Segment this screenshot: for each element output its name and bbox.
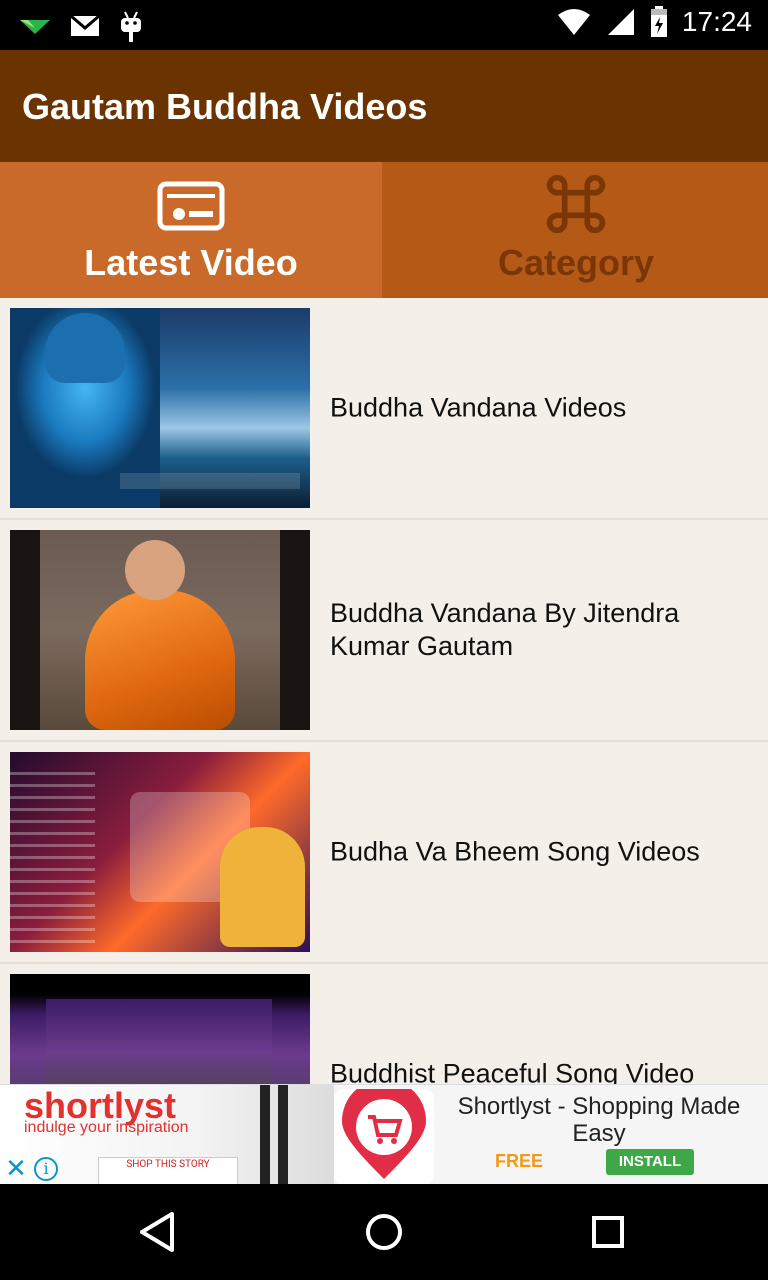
tab-label: Category <box>497 242 655 283</box>
close-icon[interactable]: ✕ <box>4 1156 28 1182</box>
ad-banner[interactable]: shortlyst indulge your inspiration SHOP … <box>0 1084 768 1185</box>
tab-label: Latest Video <box>84 242 298 283</box>
tab-bar: Latest Video Category <box>0 162 768 298</box>
cell-signal-icon <box>607 9 634 35</box>
status-clock: 17:24 <box>681 6 752 37</box>
thumbnail-art <box>10 772 95 952</box>
thumbnail-art <box>46 999 272 1084</box>
recents-icon[interactable] <box>584 1208 632 1256</box>
system-indicators: 17:24 <box>556 6 752 38</box>
list-item[interactable]: Budha Va Bheem Song Videos <box>0 742 768 964</box>
android-debug-icon <box>121 11 141 42</box>
list-item[interactable]: Buddhist Peaceful Song Video <box>0 964 768 1084</box>
info-icon[interactable]: i <box>34 1157 58 1181</box>
ad-install-button[interactable]: INSTALL <box>606 1149 694 1175</box>
status-bar: 17:24 <box>0 0 768 50</box>
video-thumbnail[interactable] <box>10 974 310 1084</box>
video-title[interactable]: Buddha Vandana Videos <box>330 392 728 425</box>
video-thumbnail[interactable] <box>10 752 310 952</box>
video-title[interactable]: Buddhist Peaceful Song Video <box>330 1058 728 1085</box>
list-item[interactable]: Buddha Vandana Videos <box>0 298 768 520</box>
list-item[interactable]: Buddha Vandana By Jitendra Kumar Gautam <box>0 520 768 742</box>
ad-tagline: indulge your inspiration <box>24 1119 189 1136</box>
tab-latest-video[interactable]: Latest Video <box>0 162 384 298</box>
notification-icons <box>18 10 144 42</box>
app-screen: 17:24 Gautam Buddha Videos Latest Video <box>0 0 768 1280</box>
system-nav-bar <box>0 1184 768 1280</box>
video-thumbnail[interactable] <box>10 308 310 508</box>
video-card-icon <box>157 181 225 231</box>
ad-app-title[interactable]: Shortlyst - Shopping Made Easy <box>440 1093 758 1147</box>
wifi-icon <box>557 9 590 35</box>
ad-price: FREE <box>495 1151 544 1171</box>
battery-icon <box>650 6 667 37</box>
back-icon[interactable] <box>136 1208 184 1256</box>
thumbnail-art <box>45 313 125 383</box>
video-title[interactable]: Buddha Vandana By Jitendra Kumar Gautam <box>330 597 728 663</box>
thumbnail-art <box>125 540 185 600</box>
thumbnail-art <box>220 827 305 947</box>
video-title[interactable]: Budha Va Bheem Song Videos <box>330 836 728 869</box>
tangram-notification-icon <box>20 20 50 34</box>
shopping-cart-app-icon[interactable] <box>334 1089 434 1185</box>
thumbnail-art <box>85 590 235 730</box>
video-list[interactable]: Buddha Vandana Videos Buddha Vandana By … <box>0 298 768 1084</box>
video-thumbnail[interactable] <box>10 530 310 730</box>
thumbnail-caption-strip <box>120 473 300 489</box>
ad-model-image <box>240 1085 300 1185</box>
ad-story-label: SHOP THIS STORY <box>98 1157 238 1185</box>
tab-category[interactable]: Category <box>384 162 768 298</box>
gmail-icon <box>70 14 100 36</box>
app-title: Gautam Buddha Videos <box>22 86 428 127</box>
command-icon <box>546 174 606 234</box>
app-bar: Gautam Buddha Videos <box>0 50 768 162</box>
home-icon[interactable] <box>360 1208 408 1256</box>
ad-creative[interactable]: shortlyst indulge your inspiration SHOP … <box>0 1085 334 1185</box>
